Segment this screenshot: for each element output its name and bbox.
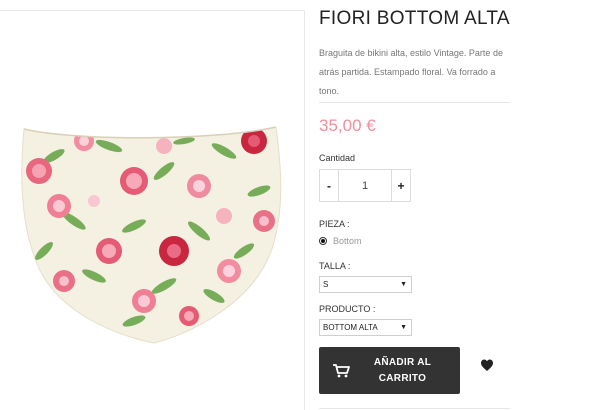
producto-select[interactable]: BOTTOM ALTA ▼ (319, 319, 412, 336)
radio-button[interactable] (319, 237, 327, 245)
pieza-option-label: Bottom (333, 236, 362, 246)
product-image[interactable] (14, 111, 289, 351)
talla-label: TALLA : (319, 261, 351, 271)
quantity-label: Cantidad (319, 153, 356, 163)
producto-label: PRODUCTO : (319, 304, 376, 314)
chevron-down-icon: ▼ (400, 281, 407, 288)
producto-selected-value: BOTTOM ALTA (323, 323, 378, 332)
chevron-down-icon: ▼ (400, 324, 407, 331)
add-to-cart-button[interactable]: AÑADIR AL CARRITO (319, 347, 460, 394)
product-description: Braguita de bikini alta, estilo Vintage.… (319, 48, 503, 96)
quantity-input[interactable]: 1 (338, 170, 392, 201)
quantity-decrease-button[interactable]: - (320, 170, 338, 201)
heart-icon[interactable] (480, 358, 494, 372)
pieza-label: PIEZA : (319, 219, 350, 229)
pieza-option-bottom[interactable]: Bottom (319, 236, 362, 246)
cart-icon (327, 363, 355, 378)
talla-select[interactable]: S ▼ (319, 276, 412, 293)
quantity-stepper: - 1 + (319, 169, 411, 202)
quantity-increase-button[interactable]: + (392, 170, 410, 201)
add-to-cart-label: AÑADIR AL CARRITO (373, 356, 432, 384)
product-price: 35,00 € (319, 116, 376, 135)
talla-selected-value: S (323, 280, 329, 289)
product-image-panel (0, 10, 305, 410)
divider (319, 408, 510, 409)
product-title: FIORI BOTTOM ALTA (319, 8, 510, 29)
divider (319, 102, 510, 103)
